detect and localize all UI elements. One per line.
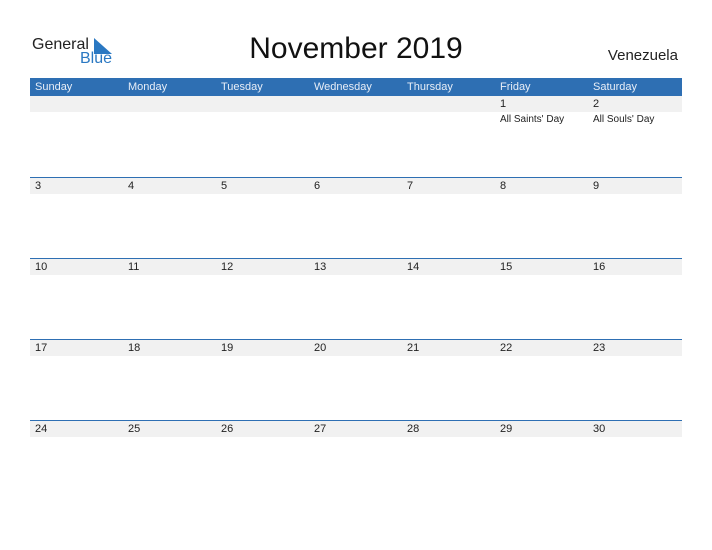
day-cell[interactable]: 1 All Saints' Day: [495, 96, 588, 176]
day-number: 12: [221, 261, 234, 273]
day-number: 26: [221, 423, 234, 435]
week-row: 3 4 5 6 7 8 9: [30, 177, 682, 259]
week-row: 1 All Saints' Day 2 All Souls' Day: [30, 96, 682, 177]
day-cell[interactable]: 10: [30, 259, 123, 339]
day-cell[interactable]: 17: [30, 340, 123, 420]
day-number: 1: [500, 98, 507, 110]
day-number: 19: [221, 342, 234, 354]
weekday-header: Sunday Monday Tuesday Wednesday Thursday…: [30, 78, 682, 96]
day-cell[interactable]: 13: [309, 259, 402, 339]
week-row: 17 18 19 20 21 22 23: [30, 339, 682, 421]
day-cell[interactable]: 15: [495, 259, 588, 339]
weekday-wednesday: Wednesday: [314, 81, 372, 93]
day-number: 28: [407, 423, 420, 435]
day-number: 23: [593, 342, 606, 354]
day-number: 13: [314, 261, 327, 273]
day-number: 8: [500, 180, 507, 192]
day-number: 27: [314, 423, 327, 435]
day-number: 10: [35, 261, 48, 273]
day-cell[interactable]: 22: [495, 340, 588, 420]
weekday-monday: Monday: [128, 81, 168, 93]
day-number: 3: [35, 180, 42, 192]
weekday-sunday: Sunday: [35, 81, 73, 93]
day-cell[interactable]: [309, 96, 402, 176]
weekday-friday: Friday: [500, 81, 531, 93]
day-cell[interactable]: 5: [216, 178, 309, 258]
day-number: 9: [593, 180, 600, 192]
day-cell[interactable]: [216, 96, 309, 176]
day-cell[interactable]: 12: [216, 259, 309, 339]
day-cell[interactable]: 28: [402, 421, 495, 501]
day-cell[interactable]: 19: [216, 340, 309, 420]
day-cell[interactable]: 30: [588, 421, 681, 501]
day-cell[interactable]: 26: [216, 421, 309, 501]
day-number: 20: [314, 342, 327, 354]
day-number: 22: [500, 342, 513, 354]
holiday-label: All Saints' Day: [500, 114, 565, 125]
day-number: 16: [593, 261, 606, 273]
day-cell[interactable]: 16: [588, 259, 681, 339]
day-cell[interactable]: 8: [495, 178, 588, 258]
day-cell[interactable]: [123, 96, 216, 176]
day-number: 7: [407, 180, 414, 192]
holiday-label: All Souls' Day: [593, 114, 655, 125]
day-number: 24: [35, 423, 48, 435]
day-cell[interactable]: 29: [495, 421, 588, 501]
day-cell[interactable]: 18: [123, 340, 216, 420]
day-number: 18: [128, 342, 141, 354]
day-cell[interactable]: [30, 96, 123, 176]
day-number: 21: [407, 342, 420, 354]
day-cell[interactable]: 6: [309, 178, 402, 258]
day-number: 5: [221, 180, 228, 192]
day-cell[interactable]: [402, 96, 495, 176]
day-cell[interactable]: 23: [588, 340, 681, 420]
day-cell[interactable]: 9: [588, 178, 681, 258]
day-number: 15: [500, 261, 513, 273]
day-number: 14: [407, 261, 420, 273]
day-cell[interactable]: 20: [309, 340, 402, 420]
day-cell[interactable]: 3: [30, 178, 123, 258]
day-number: 25: [128, 423, 141, 435]
week-row: 10 11 12 13 14 15 16: [30, 258, 682, 340]
day-cell[interactable]: 25: [123, 421, 216, 501]
day-number: 2: [593, 98, 600, 110]
day-cell[interactable]: 24: [30, 421, 123, 501]
country-label: Venezuela: [607, 47, 678, 64]
weekday-saturday: Saturday: [593, 81, 638, 93]
day-cell[interactable]: 11: [123, 259, 216, 339]
day-cell[interactable]: 4: [123, 178, 216, 258]
weekday-thursday: Thursday: [407, 81, 453, 93]
day-number: 6: [314, 180, 321, 192]
day-number: 29: [500, 423, 513, 435]
weekday-tuesday: Tuesday: [221, 81, 263, 93]
day-cell[interactable]: 27: [309, 421, 402, 501]
day-number: 11: [128, 261, 140, 273]
day-number: 30: [593, 423, 606, 435]
day-cell[interactable]: 7: [402, 178, 495, 258]
day-cell[interactable]: 2 All Souls' Day: [588, 96, 681, 176]
day-cell[interactable]: 14: [402, 259, 495, 339]
page-title: November 2019: [249, 32, 463, 65]
day-number: 4: [128, 180, 135, 192]
day-number: 17: [35, 342, 48, 354]
day-cell[interactable]: 21: [402, 340, 495, 420]
week-row: 24 25 26 27 28 29 30: [30, 420, 682, 502]
